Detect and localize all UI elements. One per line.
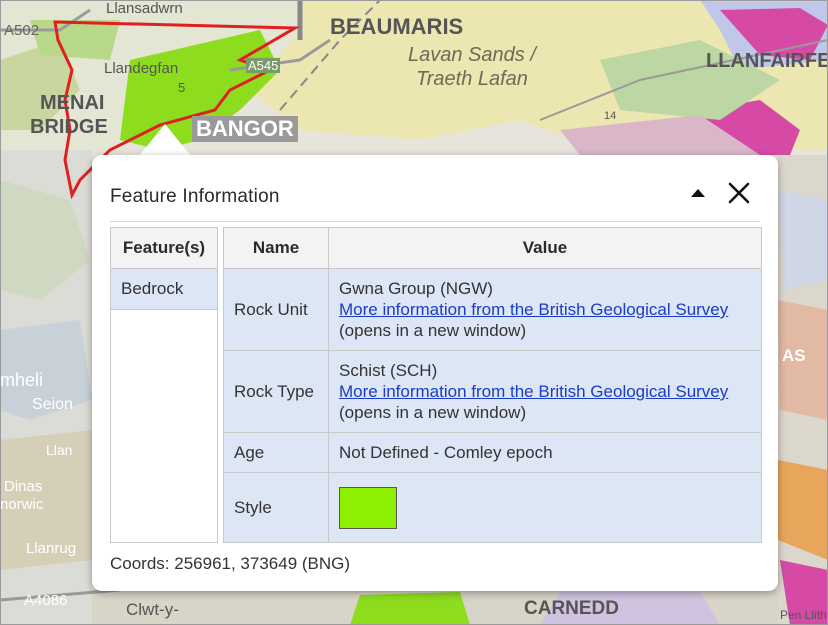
row-value-style xyxy=(328,472,762,543)
collapse-button[interactable] xyxy=(688,183,708,203)
close-x-icon xyxy=(728,182,750,204)
row-name-style: Style xyxy=(223,472,329,543)
coordinates-readout: Coords: 256961, 373649 (BNG) xyxy=(110,554,351,573)
popup-title: Feature Information xyxy=(110,186,280,207)
feature-info-popup: Feature Information Feature(s) Bedrock N… xyxy=(92,155,778,591)
row-value-rock-unit: Gwna Group (NGW) More information from t… xyxy=(328,268,762,351)
map-label-llan: Llan xyxy=(46,442,73,458)
map-label-beaumaris: BEAUMARIS xyxy=(330,14,464,39)
map-label-norwic: norwic xyxy=(0,496,44,513)
close-button[interactable] xyxy=(726,180,752,206)
map-label-road-14: 14 xyxy=(604,110,617,122)
map-label-llanfairfec: LLANFAIRFEC xyxy=(706,50,828,72)
row-name-rock-type: Rock Type xyxy=(223,350,329,433)
map-label-mheli: mheli xyxy=(0,370,44,390)
rock-type-bgs-link[interactable]: More information from the British Geolog… xyxy=(339,382,728,401)
title-divider xyxy=(110,221,760,222)
feature-item-bedrock[interactable]: Bedrock xyxy=(111,269,217,310)
map-label-menai: MENAI xyxy=(40,92,105,114)
map-label-bridge: BRIDGE xyxy=(30,116,108,138)
map-label-a545: A545 xyxy=(246,58,281,73)
column-header-name: Name xyxy=(223,227,329,269)
row-value-age: Not Defined - Comley epoch xyxy=(328,432,762,473)
table-row: Rock Type Schist (SCH) More information … xyxy=(223,350,762,433)
map-label-lavan-sands: Lavan Sands / xyxy=(408,44,536,66)
feature-details-table: Name Value Rock Unit Gwna Group (NGW) Mo… xyxy=(223,227,762,543)
rock-unit-value: Gwna Group (NGW) xyxy=(339,279,493,298)
table-header-row: Name Value xyxy=(223,227,762,269)
map-label-a502: A502 xyxy=(4,22,40,39)
map-label-as: AS xyxy=(782,346,806,365)
map-label-pen-llith: Pen Llith xyxy=(780,608,827,622)
map-label-carnedd: CARNEDD xyxy=(524,598,619,619)
map-label-seion: Seion xyxy=(32,396,73,413)
map-label-traeth-lafan: Traeth Lafan xyxy=(416,68,528,90)
row-name-age: Age xyxy=(223,432,329,473)
map-label-llandegfan: Llandegfan xyxy=(104,60,179,77)
rock-unit-link-note: (opens in a new window) xyxy=(339,321,527,340)
style-color-swatch xyxy=(339,486,397,529)
map-label-road-5: 5 xyxy=(178,80,186,95)
row-value-rock-type: Schist (SCH) More information from the B… xyxy=(328,350,762,433)
table-row: Age Not Defined - Comley epoch xyxy=(223,432,762,473)
rock-type-link-note: (opens in a new window) xyxy=(339,403,527,422)
table-row: Style xyxy=(223,472,762,543)
map-label-dinas: Dinas xyxy=(4,478,43,495)
rock-unit-bgs-link[interactable]: More information from the British Geolog… xyxy=(339,300,728,319)
map-label-clwt: Clwt-y- xyxy=(126,600,179,619)
map-label-a4086: A4086 xyxy=(24,592,68,609)
rock-type-value: Schist (SCH) xyxy=(339,361,438,380)
popup-pointer xyxy=(139,124,191,156)
row-name-rock-unit: Rock Unit xyxy=(223,268,329,351)
features-panel: Feature(s) Bedrock xyxy=(110,227,218,543)
table-row: Rock Unit Gwna Group (NGW) More informat… xyxy=(223,268,762,351)
column-header-value: Value xyxy=(328,227,762,269)
features-header: Feature(s) xyxy=(111,228,217,269)
map-label-llanrug: Llanrug xyxy=(26,540,77,557)
map-label-llansadwrn: Llansadwrn xyxy=(106,0,183,17)
map-label-bangor: BANGOR xyxy=(192,116,298,142)
triangle-up-icon xyxy=(691,189,705,197)
